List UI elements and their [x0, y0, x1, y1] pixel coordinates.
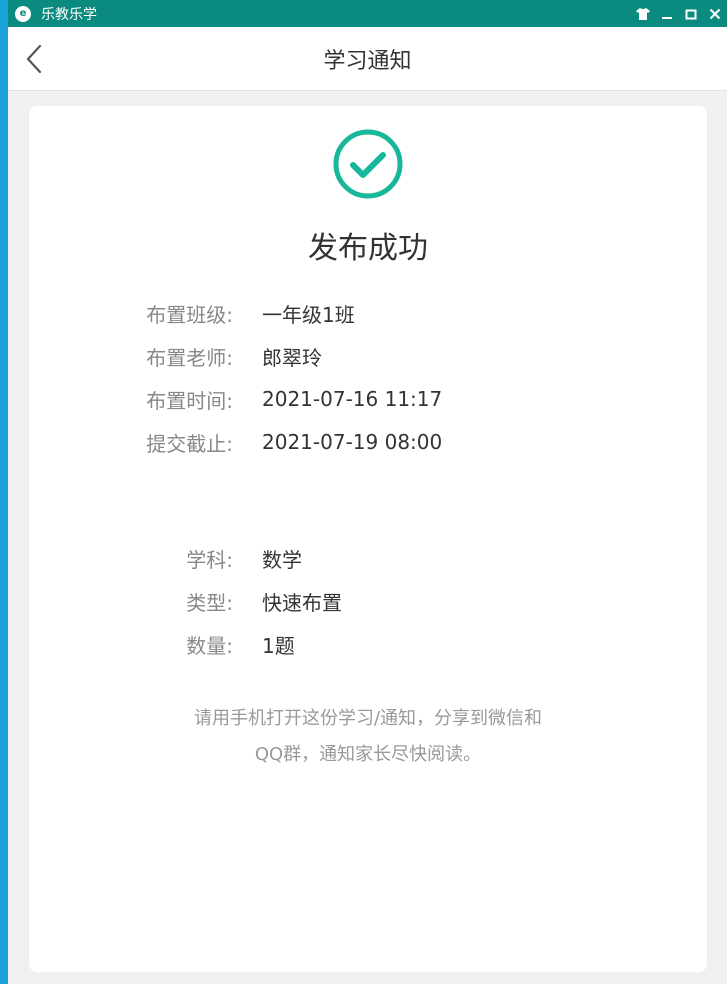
info-label: 提交截止: — [146, 431, 233, 456]
detail-value: 数学 — [262, 547, 302, 572]
check-circle-icon — [333, 129, 403, 199]
app-logo-icon: e — [15, 5, 31, 22]
close-button[interactable] — [703, 0, 727, 27]
maximize-button[interactable] — [679, 0, 703, 27]
app-title: 乐教乐学 — [41, 6, 97, 23]
info-row-teacher: 布置老师: 郎翠玲 — [29, 341, 707, 371]
info-value: 2021-07-16 11:17 — [262, 387, 443, 411]
info-label: 布置老师: — [146, 345, 233, 370]
info-row-class: 布置班级: 一年级1班 — [29, 298, 707, 328]
page-header: 学习通知 — [8, 27, 727, 91]
share-hint: 请用手机打开这份学习/通知，分享到微信和 QQ群，通知家长尽快阅读。 — [29, 701, 707, 773]
window-left-edge — [0, 0, 8, 984]
info-row-time: 布置时间: 2021-07-16 11:17 — [29, 384, 707, 414]
info-value: 2021-07-19 08:00 — [262, 430, 443, 454]
info-value: 郎翠玲 — [262, 345, 322, 370]
skin-button[interactable] — [631, 0, 655, 27]
detail-value: 快速布置 — [262, 590, 342, 615]
minimize-icon — [662, 16, 672, 19]
detail-row-count: 数量: 1题 — [29, 629, 707, 659]
detail-row-subject: 学科: 数学 — [29, 543, 707, 573]
info-row-deadline: 提交截止: 2021-07-19 08:00 — [29, 427, 707, 457]
detail-label: 类型: — [186, 590, 233, 615]
info-label: 布置时间: — [146, 388, 233, 413]
page-title: 学习通知 — [323, 49, 412, 74]
minimize-button[interactable] — [655, 0, 679, 27]
detail-label: 数量: — [186, 633, 233, 658]
maximize-icon — [685, 9, 697, 19]
info-value: 一年级1班 — [262, 302, 355, 327]
info-label: 布置班级: — [146, 302, 233, 327]
detail-label: 学科: — [186, 547, 233, 572]
close-icon — [709, 8, 721, 19]
success-title: 发布成功 — [308, 231, 428, 266]
window-controls — [631, 0, 727, 27]
result-card: 发布成功 布置班级: 一年级1班 布置老师: 郎翠玲 布置时间: 2021-07… — [29, 106, 707, 972]
detail-row-type: 类型: 快速布置 — [29, 586, 707, 616]
share-hint-line1: 请用手机打开这份学习/通知，分享到微信和 — [193, 708, 543, 729]
detail-value: 1题 — [262, 633, 295, 658]
skin-icon — [636, 7, 650, 20]
window-titlebar: e 乐教乐学 — [8, 0, 727, 27]
share-hint-line2: QQ群，通知家长尽快阅读。 — [254, 744, 482, 765]
